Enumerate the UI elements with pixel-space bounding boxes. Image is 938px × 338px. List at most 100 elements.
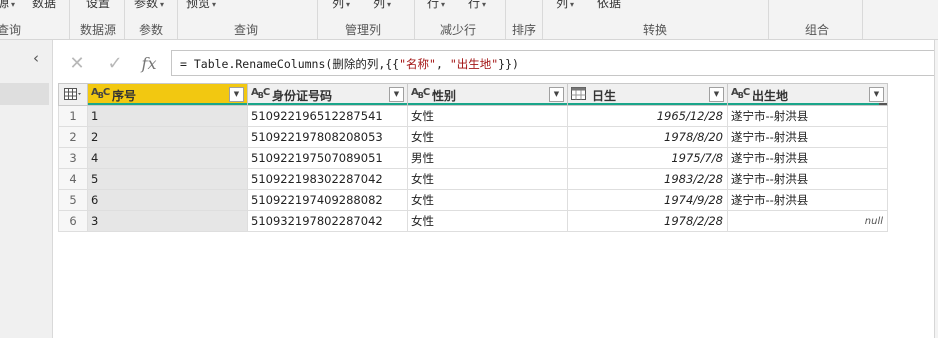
data-grid: ABC 序号 ▼ ABC 身份证号码 ▼ ABC 性别 ▼ 日生 ▼ ABC 出… [58, 83, 888, 232]
cell-birthday[interactable]: 1978/8/20 [567, 126, 728, 148]
cell-birthplace[interactable]: 遂宁市--射洪县 [727, 126, 888, 148]
quality-bar-null [879, 103, 887, 105]
cell-seq[interactable]: 1 [87, 105, 248, 127]
cell-id[interactable]: 510922197808208053 [247, 126, 408, 148]
cell-birthday[interactable]: 1975/7/8 [567, 147, 728, 169]
cell-birthplace[interactable]: 遂宁市--射洪县 [727, 189, 888, 211]
column-name: 性别 [432, 89, 457, 103]
ribbon: 源 ▾ 数据 设置 参数 ▾ 预览 ▾ 列 ▾ 列 ▾ 行 ▾ 行 ▾ 列 ▾ 依据 查询 数据… [0, 0, 938, 40]
formula-prefix: = Table.RenameColumns(删除的列,{{ [180, 57, 400, 71]
row-number[interactable]: 3 [58, 147, 88, 169]
ribbon-item-split-column[interactable]: 列 ▾ [556, 0, 574, 11]
close-icon[interactable]: ✕ [60, 50, 94, 77]
collapse-pane-icon[interactable]: ‹ [33, 50, 47, 66]
column-header-birthplace[interactable]: ABC 出生地 ▼ [727, 83, 888, 106]
cell-gender[interactable]: 女性 [407, 210, 568, 232]
quality-bar [568, 103, 727, 105]
cell-birthplace[interactable]: null [727, 210, 888, 232]
column-header-birthday[interactable]: 日生 ▼ [567, 83, 728, 106]
cell-gender[interactable]: 男性 [407, 147, 568, 169]
quality-bar [728, 103, 881, 105]
ribbon-separator [768, 0, 769, 39]
text-type-icon[interactable]: ABC [731, 87, 750, 100]
text-type-icon[interactable]: ABC [91, 87, 110, 100]
column-name: 序号 [112, 89, 137, 103]
row-number[interactable]: 2 [58, 126, 88, 148]
cell-id[interactable]: 510922198302287042 [247, 168, 408, 190]
cell-seq[interactable]: 2 [87, 126, 248, 148]
quality-bar [248, 103, 407, 105]
text-type-icon[interactable]: ABC [251, 87, 270, 100]
cell-birthplace[interactable]: 遂宁市--射洪县 [727, 147, 888, 169]
cell-id[interactable]: 510922197409288082 [247, 189, 408, 211]
ribbon-separator [124, 0, 125, 39]
filter-dropdown-icon[interactable]: ▼ [389, 87, 404, 102]
cell-seq[interactable]: 4 [87, 147, 248, 169]
ribbon-item-source[interactable]: 源 ▾ [0, 0, 15, 11]
ribbon-item-remove-rows[interactable]: 行 ▾ [468, 0, 486, 11]
formula-new-name: "出生地" [449, 57, 499, 71]
fx-icon[interactable]: fx [132, 50, 166, 77]
filter-dropdown-icon[interactable]: ▼ [709, 87, 724, 102]
check-icon[interactable]: ✓ [98, 50, 132, 77]
column-header-id[interactable]: ABC 身份证号码 ▼ [247, 83, 408, 106]
ribbon-item-group-by[interactable]: 依据 [597, 0, 621, 11]
ribbon-item-choose-columns[interactable]: 列 ▾ [332, 0, 350, 11]
ribbon-item-data[interactable]: 数据 [32, 0, 56, 11]
queries-pane: ‹ [0, 40, 53, 338]
column-header-seq[interactable]: ABC 序号 ▼ [87, 83, 248, 106]
filter-dropdown-icon[interactable]: ▼ [869, 87, 884, 102]
table-row: 2 2 510922197808208053 女性 1978/8/20 遂宁市-… [58, 126, 888, 148]
table-grid-icon [64, 88, 82, 104]
row-number[interactable]: 1 [58, 105, 88, 127]
ribbon-item-keep-rows[interactable]: 行 ▾ [427, 0, 445, 11]
cell-gender[interactable]: 女性 [407, 168, 568, 190]
row-number[interactable]: 6 [58, 210, 88, 232]
cell-birthday[interactable]: 1965/12/28 [567, 105, 728, 127]
filter-dropdown-icon[interactable]: ▼ [229, 87, 244, 102]
cell-gender[interactable]: 女性 [407, 126, 568, 148]
query-item-selected[interactable] [0, 83, 49, 105]
cell-birthplace[interactable]: 遂宁市--射洪县 [727, 168, 888, 190]
cell-gender[interactable]: 女性 [407, 105, 568, 127]
quality-bar [88, 103, 247, 105]
cell-seq[interactable]: 5 [87, 168, 248, 190]
row-number[interactable]: 5 [58, 189, 88, 211]
pane-divider [934, 40, 938, 338]
text-type-icon[interactable]: ABC [411, 87, 430, 100]
ribbon-item-remove-columns[interactable]: 列 ▾ [373, 0, 391, 11]
cell-id[interactable]: 510922197507089051 [247, 147, 408, 169]
ribbon-group-sort: 排序 [512, 23, 537, 37]
column-name: 身份证号码 [272, 89, 333, 103]
cell-birthday[interactable]: 1974/9/28 [567, 189, 728, 211]
cell-id[interactable]: 510922196512287541 [247, 105, 408, 127]
cell-birthplace[interactable]: 遂宁市--射洪县 [727, 105, 888, 127]
ribbon-item-settings[interactable]: 设置 [86, 0, 110, 11]
ribbon-item-params[interactable]: 参数 ▾ [134, 0, 164, 11]
ribbon-separator [177, 0, 178, 39]
ribbon-group-params: 参数 [139, 23, 164, 37]
cell-seq[interactable]: 3 [87, 210, 248, 232]
formula-suffix: }}) [498, 57, 519, 71]
cell-id[interactable]: 510932197802287042 [247, 210, 408, 232]
ribbon-separator [414, 0, 415, 39]
ribbon-separator [317, 0, 318, 39]
cell-seq[interactable]: 6 [87, 189, 248, 211]
column-header-gender[interactable]: ABC 性别 ▼ [407, 83, 568, 106]
cell-birthday[interactable]: 1978/2/28 [567, 210, 728, 232]
ribbon-group-query: 查询 [0, 23, 22, 37]
cell-gender[interactable]: 女性 [407, 189, 568, 211]
formula-input[interactable]: = Table.RenameColumns(删除的列,{{"名称", "出生地"… [171, 50, 937, 76]
row-number[interactable]: 4 [58, 168, 88, 190]
ribbon-item-preview[interactable]: 预览 ▾ [186, 0, 216, 11]
filter-dropdown-icon[interactable]: ▼ [549, 87, 564, 102]
cell-birthday[interactable]: 1983/2/28 [567, 168, 728, 190]
table-row: 5 6 510922197409288082 女性 1974/9/28 遂宁市-… [58, 189, 888, 211]
quality-bar [408, 103, 567, 105]
table-row: 1 1 510922196512287541 女性 1965/12/28 遂宁市… [58, 105, 888, 127]
ribbon-group-manage-columns: 管理列 [345, 23, 382, 37]
ribbon-separator [69, 0, 70, 39]
table-menu-button[interactable] [58, 83, 88, 106]
table-row: 4 5 510922198302287042 女性 1983/2/28 遂宁市-… [58, 168, 888, 190]
calendar-type-icon[interactable] [571, 87, 586, 103]
